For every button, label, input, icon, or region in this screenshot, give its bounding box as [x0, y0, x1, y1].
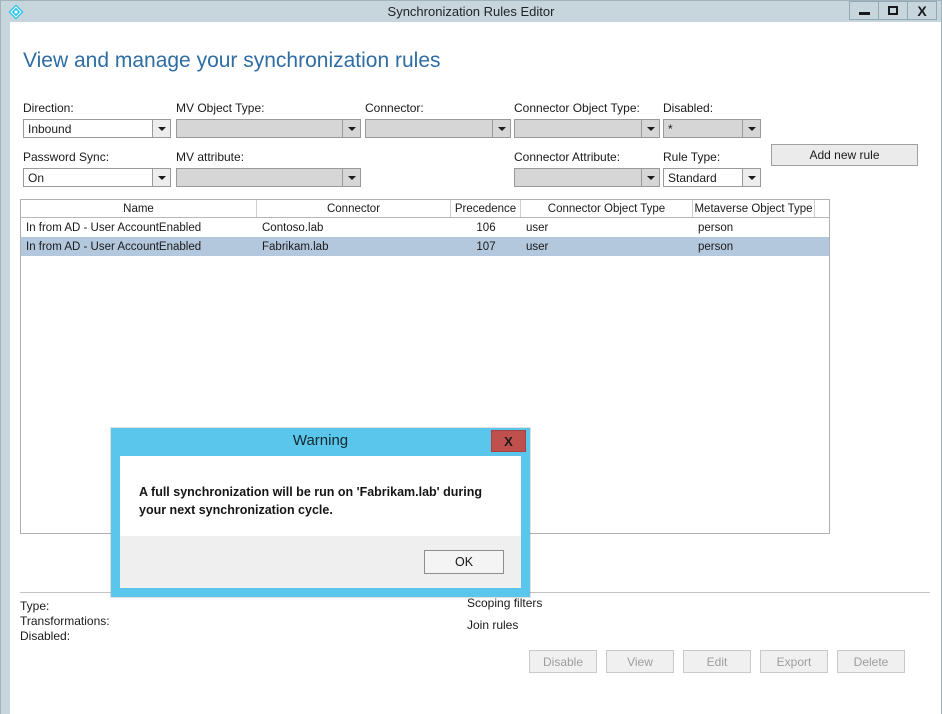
dropdown-disabled[interactable]: *: [663, 119, 761, 138]
grid-column-connector[interactable]: Connector: [257, 200, 451, 217]
close-icon: X: [917, 2, 927, 19]
grid-column-name[interactable]: Name: [21, 200, 257, 217]
warning-dialog: Warning X A full synchronization will be…: [111, 428, 530, 597]
maximize-button[interactable]: [878, 1, 908, 20]
chevron-down-icon: [742, 169, 760, 186]
cell-connector-object-type: user: [526, 240, 549, 253]
grid-column-metaverse-object-type[interactable]: Metaverse Object Type: [693, 200, 815, 217]
cell-metaverse-object-type: person: [698, 221, 734, 234]
dialog-ok-button[interactable]: OK: [424, 550, 504, 574]
grid-column-precedence[interactable]: Precedence: [451, 200, 521, 217]
add-new-rule-button[interactable]: Add new rule: [771, 144, 918, 166]
dropdown-rule-type-value: Standard: [668, 170, 717, 185]
dropdown-disabled-value: *: [668, 121, 673, 136]
cell-precedence: 107: [476, 240, 496, 253]
minimize-button[interactable]: [849, 1, 879, 20]
detail-label-type: Type:: [20, 599, 50, 613]
label-mv-attribute: MV attribute:: [176, 150, 245, 164]
detail-label-disabled: Disabled:: [20, 629, 71, 643]
dropdown-connector-value: [366, 120, 492, 137]
dropdown-password-sync[interactable]: On: [23, 168, 171, 187]
dropdown-connector-attribute[interactable]: [514, 168, 660, 187]
grid-header-row: Name Connector Precedence Connector Obje…: [21, 200, 829, 218]
dropdown-mv-object-type[interactable]: [176, 119, 361, 138]
delete-button[interactable]: Delete: [837, 650, 905, 673]
cell-metaverse-object-type: person: [698, 240, 734, 253]
detail-label-transformations: Transformations:: [20, 614, 110, 628]
label-mv-object-type: MV Object Type:: [176, 101, 265, 115]
cell-precedence: 106: [476, 221, 496, 234]
dropdown-direction[interactable]: Inbound: [23, 119, 171, 138]
dropdown-connector[interactable]: [365, 119, 511, 138]
chevron-down-icon: [342, 120, 360, 137]
minimize-icon: [858, 11, 870, 15]
label-disabled-filter: Disabled:: [663, 101, 714, 115]
window-title-bar: Synchronization Rules Editor X: [1, 1, 941, 23]
window-controls: X: [849, 1, 937, 20]
dialog-footer: OK: [120, 536, 521, 588]
dialog-title-bar: Warning X: [111, 428, 530, 456]
table-row[interactable]: In from AD - User AccountEnabled Contoso…: [21, 218, 829, 237]
close-button[interactable]: X: [907, 1, 937, 20]
view-button[interactable]: View: [606, 650, 674, 673]
synchronization-rules-editor-window: Synchronization Rules Editor X View and …: [0, 0, 942, 714]
dialog-title: Warning: [292, 432, 349, 449]
dropdown-direction-value: Inbound: [28, 121, 72, 136]
dropdown-mv-attribute-value: [177, 169, 342, 186]
footer-button-bar: Disable View Edit Export Delete: [529, 650, 905, 673]
dialog-close-button[interactable]: X: [491, 430, 526, 452]
window-title: Synchronization Rules Editor: [387, 4, 555, 19]
main-content: View and manage your synchronization rul…: [10, 22, 941, 714]
label-connector-object-type: Connector Object Type:: [514, 101, 640, 115]
grid-column-connector-object-type[interactable]: Connector Object Type: [521, 200, 693, 217]
cell-connector: Fabrikam.lab: [262, 240, 329, 253]
cell-spacer: [815, 237, 829, 256]
table-row[interactable]: In from AD - User AccountEnabled Fabrika…: [21, 237, 829, 256]
dropdown-connector-attribute-value: [515, 169, 641, 186]
dropdown-rule-type[interactable]: Standard: [663, 168, 761, 187]
maximize-icon: [888, 6, 898, 15]
label-connector: Connector:: [365, 101, 424, 115]
label-connector-attribute: Connector Attribute:: [514, 150, 621, 164]
cell-name: In from AD - User AccountEnabled: [26, 240, 202, 253]
dropdown-mv-object-type-value: [177, 120, 342, 137]
chevron-down-icon: [152, 169, 170, 186]
dropdown-mv-attribute[interactable]: [176, 168, 361, 187]
dropdown-connector-object-type[interactable]: [514, 119, 660, 138]
cell-connector: Contoso.lab: [262, 221, 324, 234]
dialog-body: A full synchronization will be run on 'F…: [120, 456, 521, 536]
chevron-down-icon: [641, 120, 659, 137]
export-button[interactable]: Export: [760, 650, 828, 673]
label-password-sync: Password Sync:: [23, 150, 110, 164]
edit-button[interactable]: Edit: [683, 650, 751, 673]
chevron-down-icon: [342, 169, 360, 186]
grid-column-spacer: [815, 200, 829, 217]
dropdown-connector-object-type-value: [515, 120, 641, 137]
chevron-down-icon: [152, 120, 170, 137]
cell-connector-object-type: user: [526, 221, 549, 234]
cell-spacer: [815, 218, 829, 237]
detail-link-join-rules[interactable]: Join rules: [467, 618, 518, 632]
cell-name: In from AD - User AccountEnabled: [26, 221, 202, 234]
dropdown-password-sync-value: On: [28, 170, 45, 185]
detail-link-scoping-filters[interactable]: Scoping filters: [467, 596, 542, 610]
label-rule-type: Rule Type:: [663, 150, 721, 164]
page-title: View and manage your synchronization rul…: [23, 49, 441, 72]
window-left-accent-strip: [1, 22, 10, 714]
chevron-down-icon: [492, 120, 510, 137]
label-direction: Direction:: [23, 101, 74, 115]
dialog-message: A full synchronization will be run on 'F…: [139, 485, 483, 517]
chevron-down-icon: [742, 120, 760, 137]
disable-button[interactable]: Disable: [529, 650, 597, 673]
chevron-down-icon: [641, 169, 659, 186]
